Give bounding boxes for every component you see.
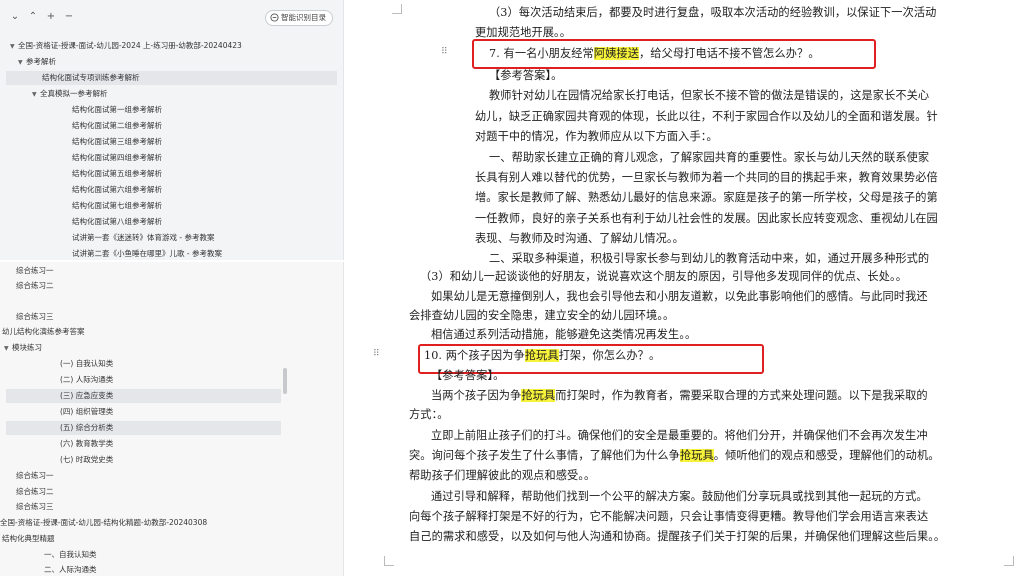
tree-item[interactable]: 结构化面试第一组参考解析 xyxy=(72,103,162,117)
tree-item[interactable]: 二、人际沟通类 xyxy=(44,563,97,576)
tree-item[interactable]: (七) 时政党史类 xyxy=(60,453,113,467)
doc-line: 更加规范地开展。。 xyxy=(475,26,571,39)
doc-line: 增。家长是教师了解、熟悉幼儿最好的信息来源。家庭是孩子的第一所学校，父母是孩子的… xyxy=(475,191,938,204)
tree-item[interactable]: ▼ 参考解析 xyxy=(18,55,56,69)
caret-down-icon: ▼ xyxy=(4,345,9,352)
doc-line: 如果幼儿是无意撞倒别人，我也会引导他去和小朋友道歉，以免此事影响他们的感情。与此… xyxy=(431,290,928,303)
tree-item[interactable]: 结构化面试第八组参考解析 xyxy=(72,215,162,229)
doc-line: 帮助孩子们理解彼此的观点和感受。。 xyxy=(409,469,596,482)
doc-line: （3）和幼儿一起谈谈他的好朋友，说说喜欢这个朋友的原因，引导他多发现同伴的优点、… xyxy=(420,270,907,283)
drag-handle-icon[interactable]: ⠿ xyxy=(373,350,381,359)
keyword-highlight: 阿姨接送 xyxy=(593,47,639,60)
outline-toolbar: ⌄ ⌃ + − 智能识别目录 xyxy=(8,9,335,27)
tree-item[interactable]: ▼ 模块练习 xyxy=(4,341,42,355)
tree-item[interactable]: 幼儿结构化演练参考答案 xyxy=(2,325,85,339)
collapse-all-button[interactable]: ⌄ xyxy=(8,10,22,24)
tree-item[interactable]: (二) 人际沟通类 xyxy=(60,373,113,387)
add-heading-button[interactable]: + xyxy=(44,10,58,24)
tree-item-selected[interactable]: (三) 应急应变类 xyxy=(6,389,281,403)
tree-item[interactable]: 综合练习一 xyxy=(16,469,54,483)
tree-item[interactable]: (六) 教育教学类 xyxy=(60,437,113,451)
outline-pane-top: ⌄ ⌃ + − 智能识别目录 ▼ 全国-资格证-授课-面试-幼儿园-2024 上-… xyxy=(0,0,344,260)
page-corner-mark xyxy=(384,556,394,566)
caret-down-icon: ▼ xyxy=(10,43,15,50)
doc-line: 突。询问每个孩子发生了什么事情，了解他们为什么争抢玩具。倾听他们的观点和感受，理… xyxy=(409,449,940,462)
tree-item[interactable]: 结构化面试第六组参考解析 xyxy=(72,183,162,197)
tree-item[interactable]: 试讲第一套《迷迷转》体育游戏 - 参考教案 xyxy=(72,231,214,245)
tree-item[interactable]: 综合练习三 xyxy=(16,500,54,514)
keyword-highlight: 抢玩具 xyxy=(679,449,714,462)
tree-item[interactable]: 结构化面试第七组参考解析 xyxy=(72,199,162,213)
outline-pane-bottom: 综合练习一 综合练习二 综合练习三 幼儿结构化演练参考答案 ▼ 模块练习 (一) … xyxy=(0,262,344,576)
doc-line: （3）每次活动结束后，都要及时进行复盘，吸取本次活动的经验教训，以保证下一次活动 xyxy=(489,6,937,19)
caret-down-icon: ▼ xyxy=(32,91,37,98)
remove-heading-button[interactable]: − xyxy=(62,10,76,24)
doc-line: 方式：。 xyxy=(409,408,449,421)
doc-line: 会排查幼儿园的安全隐患，建立安全的幼儿园环境。。 xyxy=(409,309,675,322)
tree-item[interactable]: 综合练习三 xyxy=(16,310,54,324)
smart-toc-label: 智能识别目录 xyxy=(281,13,326,22)
page-corner-mark xyxy=(1004,556,1014,566)
page-corner-mark xyxy=(392,4,402,14)
doc-line: 通过引导和解释，帮助他们找到一个公平的解决方案。鼓励他们分享玩具或找到其他一起玩… xyxy=(431,490,928,503)
keyword-highlight: 抢玩具 xyxy=(521,389,556,402)
keyword-highlight: 抢玩具 xyxy=(524,349,559,362)
caret-down-icon: ▼ xyxy=(18,59,23,66)
tree-item[interactable]: (四) 组织管理类 xyxy=(60,405,113,419)
expand-up-button[interactable]: ⌃ xyxy=(26,10,40,24)
drag-handle-icon[interactable]: ⠿ xyxy=(441,48,449,57)
tree-item[interactable]: ▼ 全真模拟一参考解析 xyxy=(32,87,108,101)
tree-item[interactable]: 全国-资格证-授课-面试-幼儿园-结构化精题-幼教部-20240308 xyxy=(0,516,207,530)
doc-line: 当两个孩子因为争抢玩具而打架时，作为教育者，需要采取合理的方式来处理问题。以下是… xyxy=(431,389,928,402)
doc-line: 幼儿，缺乏正确家园共育观的体现，长此以往，不利于家园合作以及幼儿的全面和谐发展。… xyxy=(475,110,938,123)
doc-line: 二、采取多种渠道，积极引导家长参与到幼儿的教育活动中来，如，通过开展多种形式的 xyxy=(489,252,930,265)
doc-line: 一、帮助家长建立正确的育儿观念，了解家园共育的重要性。家长与幼儿天然的联系使家 xyxy=(489,151,930,164)
tree-item[interactable]: 综合练习一 xyxy=(16,264,54,278)
tree-item[interactable]: 结构化面试第四组参考解析 xyxy=(72,151,162,165)
tree-item[interactable]: (一) 自我认知类 xyxy=(60,357,113,371)
doc-line: 立即上前阻止孩子们的打斗。确保他们的安全是最重要的。将他们分开，并确保他们不会再… xyxy=(431,429,928,442)
doc-line: 相信通过系列活动措施，能够避免这类情况再发生。。 xyxy=(431,328,697,341)
doc-line: 一任教师，良好的亲子关系也有利于幼儿社会性的发展。因此家长应转变观念、重视幼儿在… xyxy=(475,212,938,225)
tree-item-hover[interactable]: (五) 综合分析类 xyxy=(6,421,281,435)
tree-item[interactable]: 一、自我认知类 xyxy=(44,548,97,562)
tree-item-selected[interactable]: 结构化面试专项训练参考解析 xyxy=(6,71,337,85)
doc-line: 表现、与教师及时沟通、了解幼儿情况。。 xyxy=(475,232,684,245)
doc-line: 对题干中的情况，作为教师应从以下方面入手：。 xyxy=(475,130,718,143)
tree-item[interactable]: 综合练习二 xyxy=(16,279,54,293)
tree-item[interactable]: 结构化面试第三组参考解析 xyxy=(72,135,162,149)
smart-recognize-icon xyxy=(270,13,279,22)
question-7: 7. 有一名小朋友经常阿姨接送，给父母打电话不接不管怎么办？。 xyxy=(489,47,820,60)
answer-heading: 【参考答案】。 xyxy=(431,369,505,382)
doc-line: 自己的需求和感受，以及如何与他人沟通和协商。提醒孩子们关于打架的后果，并确保他们… xyxy=(409,530,946,543)
tree-item[interactable]: 试讲第二套《小鱼睡在哪里》儿歌 - 参考教案 xyxy=(72,247,222,260)
tree-item[interactable]: 结构化典型精题 xyxy=(2,532,55,546)
doc-line: 长具有别人难以替代的优势，一旦家长与教师为着一个共同的目的携起手来，教育效果势必… xyxy=(475,171,938,184)
tree-item[interactable]: 结构化面试第五组参考解析 xyxy=(72,167,162,181)
doc-line: 向每个孩子解释打架是不好的行为，它不能解决问题，只会让事情变得更糟。教导他们学会… xyxy=(409,510,929,523)
tree-item[interactable]: 结构化面试第二组参考解析 xyxy=(72,119,162,133)
answer-heading: 【参考答案】。 xyxy=(489,69,563,82)
question-10: 10. 两个孩子因为争抢玩具打架，你怎么办？。 xyxy=(424,349,661,362)
tree-item[interactable]: 综合练习二 xyxy=(16,485,54,499)
smart-toc-button[interactable]: 智能识别目录 xyxy=(265,10,333,26)
tree-item[interactable]: ▼ 全国-资格证-授课-面试-幼儿园-2024 上-练习册-幼教部-2024042… xyxy=(10,39,242,53)
outline-scrollbar[interactable] xyxy=(283,368,287,394)
doc-line: 教师针对幼儿在园情况给家长打电话，但家长不接不管的做法是错误的，这是家长不关心 xyxy=(489,89,930,102)
